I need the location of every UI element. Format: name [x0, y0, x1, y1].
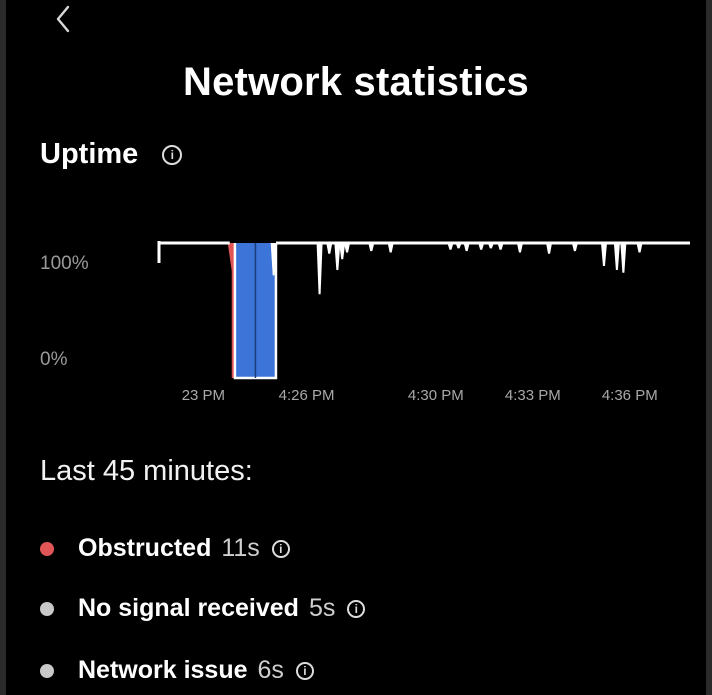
uptime-dip: [636, 243, 643, 253]
uptime-dip: [344, 243, 351, 253]
x-tick-label: 23 PM: [181, 387, 226, 404]
uptime-dip: [613, 243, 620, 270]
legend-value: 11s: [221, 534, 260, 562]
legend-label: Obstructed: [78, 534, 212, 562]
uptime-chart: [157, 241, 690, 380]
legend-label: Network issue: [78, 656, 248, 684]
uptime-dip: [600, 243, 607, 266]
no-signal-dot: [40, 601, 54, 616]
no-signal-info-icon[interactable]: i: [347, 599, 366, 618]
legend-value: 5s: [308, 594, 336, 622]
network-issue-dot: [40, 663, 54, 678]
obstructed-dot: [40, 541, 54, 556]
uptime-dip: [455, 243, 462, 249]
x-tick-label: 4:33 PM: [504, 387, 561, 404]
legend-row-obstructed: Obstructed 11s i: [40, 534, 290, 563]
x-tick-label: 4:36 PM: [601, 387, 658, 404]
uptime-dip: [546, 243, 553, 254]
uptime-dip: [447, 243, 454, 250]
summary-heading: Last 45 minutes:: [40, 455, 253, 487]
uptime-dip: [487, 243, 494, 249]
uptime-dip: [463, 243, 470, 252]
uptime-dip: [571, 243, 578, 252]
uptime-dip: [516, 243, 523, 253]
x-tick-label: 4:26 PM: [278, 387, 335, 404]
uptime-dip: [368, 243, 375, 252]
uptime-dip: [334, 243, 341, 270]
network-issue-info-icon[interactable]: i: [295, 661, 314, 680]
legend-label: No signal received: [78, 594, 299, 622]
uptime-dip: [497, 243, 504, 250]
x-tick-label: 4:30 PM: [407, 387, 464, 404]
uptime-dip: [387, 243, 394, 253]
legend-value: 6s: [257, 656, 284, 684]
legend-row-no-signal: No signal received 5s i: [40, 594, 366, 623]
obstructed-info-icon[interactable]: i: [271, 539, 290, 558]
legend-row-network-issue: Network issue 6s i: [40, 656, 314, 685]
uptime-dip: [326, 243, 333, 254]
uptime-dip: [478, 243, 485, 250]
uptime-dip: [620, 243, 627, 273]
uptime-dip: [339, 243, 346, 260]
phone-screen: Network statistics Uptime i 100% 0% 23 P…: [6, 0, 706, 695]
uptime-dip: [316, 243, 323, 295]
